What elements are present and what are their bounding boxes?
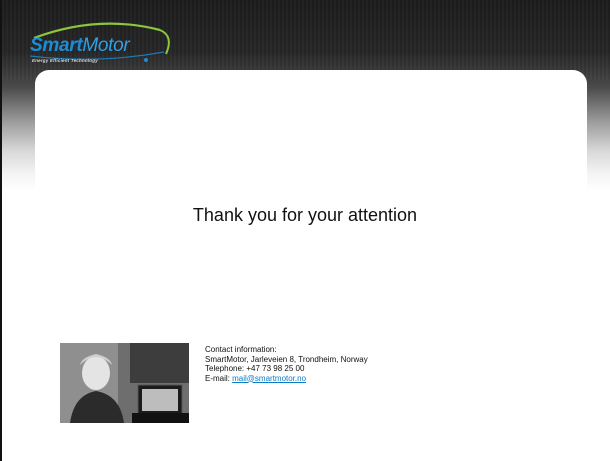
contact-email-label: E-mail:	[205, 373, 233, 383]
logo-dot-icon	[144, 58, 148, 62]
logo-wordmark-motor: Motor	[82, 35, 130, 56]
contact-heading: Contact information:	[205, 345, 277, 354]
contact-information: Contact information: SmartMotor, Jarleve…	[205, 345, 368, 383]
contact-address: SmartMotor, Jarleveien 8, Trondheim, Nor…	[205, 354, 368, 364]
contact-telephone: Telephone: +47 73 98 25 00	[205, 364, 305, 373]
logo-tagline: Energy Efficient Technology	[32, 58, 98, 63]
smartmotor-logo: SmartMotor Energy Efficient Technology	[28, 20, 178, 68]
slide-title: Thank you for your attention	[192, 205, 418, 225]
contact-email-link[interactable]: mail@smartmotor.no	[232, 374, 306, 383]
logo-wordmark-smart: Smart	[30, 35, 83, 56]
content-panel	[35, 70, 587, 280]
contact-email-row: E-mail: mail@smartmotor.no	[205, 374, 368, 384]
person-photo-icon	[60, 343, 189, 423]
contact-photo	[60, 343, 189, 423]
logo-wordmark: SmartMotor	[30, 35, 130, 57]
slide: SmartMotor Energy Efficient Technology T…	[0, 0, 610, 461]
